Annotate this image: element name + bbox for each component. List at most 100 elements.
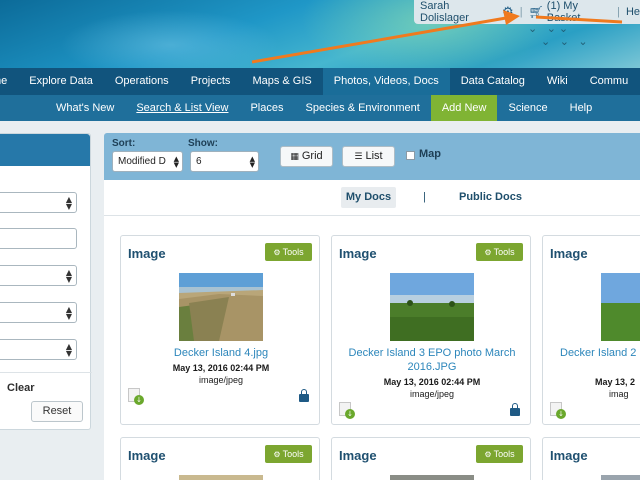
clear-filters-link[interactable]: Clear — [7, 382, 35, 394]
mime-type: imag — [609, 389, 629, 399]
main-nav-item-operations[interactable]: Operations — [104, 68, 180, 95]
card-type: Image — [550, 448, 588, 463]
filter-select[interactable]: ▲ ▼ — [0, 339, 77, 360]
cart-icon[interactable]: 🛒︎ — [529, 5, 544, 19]
main-nav-item-home[interactable]: me — [0, 68, 18, 95]
sort-select-value: Modified D — [118, 156, 166, 167]
doc-card[interactable]: Image Decker Island 2 l 2016 May 13, 2 i… — [542, 235, 640, 425]
sub-nav-item-search-list-view[interactable]: Search & List View — [125, 95, 239, 121]
grid-view-label: Grid — [301, 150, 323, 162]
doc-card[interactable]: Image ⚙ Tools Decker Island 3 EPO photo M… — [331, 235, 531, 425]
card-type: Image — [339, 448, 377, 463]
file-name-link[interactable]: Decker Island 4.jpg — [121, 346, 321, 360]
show-label: Show: — [188, 138, 218, 149]
card-type: Image — [339, 246, 377, 261]
list-view-label: List — [365, 150, 383, 162]
filter-select[interactable]: ▲ ▼ — [0, 265, 77, 286]
sub-nav: What's New Search & List View Places Spe… — [0, 95, 640, 121]
image-thumbnail[interactable] — [601, 273, 640, 341]
grid-icon: ▦ — [290, 152, 299, 162]
modified-date: May 13, 2016 02:44 PM — [172, 363, 270, 373]
tab-separator: | — [423, 191, 426, 203]
sort-select[interactable]: Modified D ▲ ▼ — [112, 151, 183, 172]
doc-card[interactable]: Image ⚙ Tools — [331, 437, 531, 480]
filter-text-input[interactable] — [0, 228, 77, 249]
download-icon[interactable]: ↓ — [128, 388, 144, 405]
image-thumbnail[interactable] — [390, 475, 474, 480]
user-name-link[interactable]: Sarah Dolislager — [414, 0, 497, 24]
tools-label: Tools — [282, 449, 304, 459]
image-thumbnail[interactable] — [179, 475, 263, 480]
tools-button[interactable]: ⚙ Tools — [476, 243, 523, 261]
show-select[interactable]: 6 ▲ ▼ — [190, 151, 259, 172]
select-arrows-icon: ▲ ▼ — [65, 305, 72, 321]
card-type: Image — [128, 448, 166, 463]
show-select-value: 6 — [196, 156, 202, 167]
image-thumbnail[interactable] — [390, 273, 474, 341]
download-arrow-icon: ↓ — [556, 409, 566, 419]
main-nav-item-explore-data[interactable]: Explore Data — [18, 68, 104, 95]
download-icon[interactable]: ↓ — [339, 402, 355, 419]
grid-view-button[interactable]: ▦ Grid — [280, 146, 333, 167]
main-nav: me Explore Data Operations Projects Maps… — [0, 68, 640, 95]
main-nav-item-projects[interactable]: Projects — [180, 68, 242, 95]
results-toolbar: Sort: Modified D ▲ ▼ Show: 6 ▲ ▼ ▦ Grid ☰ Li… — [104, 133, 640, 180]
reset-button[interactable]: Reset — [31, 401, 83, 422]
site-banner: ⌄ ⌄⌄ ⌄ ⌄ ⌄ Sarah Dolislager ⚙ | 🛒︎ (1) M… — [0, 0, 640, 68]
sub-nav-item-whats-new[interactable]: What's New — [45, 95, 125, 121]
list-view-button[interactable]: ☰ List — [342, 146, 395, 167]
tab-my-docs[interactable]: My Docs — [341, 187, 396, 208]
download-icon[interactable]: ↓ — [550, 402, 566, 419]
modified-date: May 13, 2 — [595, 377, 636, 387]
modified-date: May 13, 2016 02:44 PM — [383, 377, 481, 387]
mime-type: image/jpeg — [409, 389, 455, 399]
birds-decoration: ⌄ ⌄⌄ ⌄ ⌄ ⌄ — [528, 22, 591, 48]
file-name-link[interactable]: Decker Island 3 EPO photo March 2016.JPG — [332, 346, 532, 374]
user-bar: Sarah Dolislager ⚙ | 🛒︎ (1) My Basket | … — [414, 0, 640, 24]
card-type: Image — [550, 246, 588, 261]
card-type: Image — [128, 246, 166, 261]
add-new-button[interactable]: Add New — [430, 95, 498, 121]
gear-icon[interactable]: ⚙ — [502, 5, 514, 20]
tab-public-docs[interactable]: Public Docs — [459, 191, 522, 203]
gear-icon: ⚙ — [273, 248, 281, 257]
select-arrows-icon: ▲ ▼ — [249, 155, 255, 169]
map-checkbox-label[interactable]: Map — [419, 148, 441, 160]
help-link[interactable]: He — [626, 6, 640, 18]
tools-button[interactable]: ⚙ Tools — [476, 445, 523, 463]
docs-tab-bar: My Docs | Public Docs — [104, 180, 640, 216]
image-thumbnail[interactable] — [179, 273, 263, 341]
filter-select[interactable]: ▲ ▼ — [0, 192, 77, 213]
doc-card[interactable]: Image — [542, 437, 640, 480]
main-nav-item-data-catalog[interactable]: Data Catalog — [450, 68, 536, 95]
main-nav-item-photos-videos-docs[interactable]: Photos, Videos, Docs — [322, 68, 450, 95]
select-arrows-icon: ▲ ▼ — [65, 195, 72, 211]
tools-label: Tools — [493, 247, 515, 257]
select-arrows-icon: ▲ ▼ — [65, 268, 72, 284]
my-basket-link[interactable]: (1) My Basket — [547, 0, 611, 24]
filter-panel-header — [0, 134, 90, 166]
sub-nav-item-places[interactable]: Places — [239, 95, 294, 121]
sub-nav-item-help[interactable]: Help — [559, 95, 604, 121]
main-nav-item-community[interactable]: Commu — [579, 68, 640, 95]
tools-button[interactable]: ⚙ Tools — [265, 445, 312, 463]
main-nav-item-wiki[interactable]: Wiki — [536, 68, 579, 95]
doc-card[interactable]: Image ⚙ Tools Decker Island 4.jpg May 13,… — [120, 235, 320, 425]
map-checkbox[interactable] — [406, 151, 415, 160]
select-arrows-icon: ▲ ▼ — [173, 155, 179, 169]
main-nav-item-maps-gis[interactable]: Maps & GIS — [241, 68, 322, 95]
sort-label: Sort: — [112, 138, 136, 149]
gear-icon: ⚙ — [484, 450, 492, 459]
sub-nav-item-science[interactable]: Science — [497, 95, 558, 121]
mime-type: image/jpeg — [198, 375, 244, 385]
sub-nav-item-species-environment[interactable]: Species & Environment — [295, 95, 431, 121]
doc-card[interactable]: Image ⚙ Tools — [120, 437, 320, 480]
image-thumbnail[interactable] — [601, 475, 640, 480]
filter-panel: ▲ ▼ ▲ ▼ ▲ ▼ ▲ ▼ Clear Reset — [0, 133, 92, 430]
file-name-link[interactable]: Decker Island 2 l 2016 — [543, 346, 640, 360]
divider — [0, 372, 92, 373]
tools-button[interactable]: ⚙ Tools — [265, 243, 312, 261]
tools-label: Tools — [282, 247, 304, 257]
lock-icon — [299, 389, 309, 402]
filter-select[interactable]: ▲ ▼ — [0, 302, 77, 323]
